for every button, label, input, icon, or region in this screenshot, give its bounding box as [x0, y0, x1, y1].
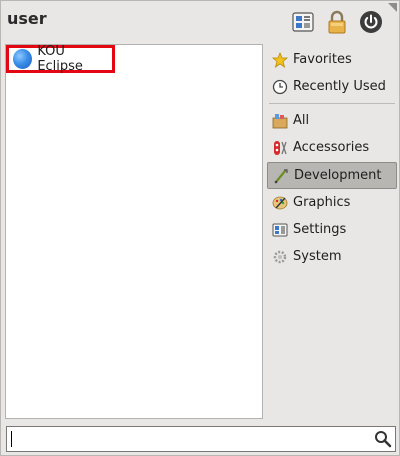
- category-settings[interactable]: Settings: [267, 216, 397, 243]
- magnifier-icon[interactable]: [374, 430, 392, 448]
- category-system[interactable]: System: [267, 243, 397, 270]
- category-separator: [269, 103, 395, 104]
- category-list: Favorites Recently Used All Accessories …: [267, 46, 397, 270]
- username-label: user: [7, 9, 47, 28]
- category-label: Development: [294, 168, 382, 183]
- category-development[interactable]: Development: [267, 162, 397, 189]
- graphics-icon: [272, 196, 288, 209]
- switch-user-icon: [292, 12, 314, 32]
- application-list: KOU Eclipse: [5, 44, 263, 419]
- category-label: Recently Used: [293, 79, 386, 94]
- category-label: All: [293, 113, 310, 128]
- category-label: Favorites: [293, 52, 352, 67]
- category-label: Accessories: [293, 140, 370, 155]
- app-item-label: KOU Eclipse: [37, 44, 83, 74]
- settings-icon: [272, 223, 288, 236]
- category-accessories[interactable]: Accessories: [267, 134, 397, 161]
- category-favorites[interactable]: Favorites: [267, 46, 397, 73]
- star-icon: [272, 51, 288, 68]
- category-label: Graphics: [293, 195, 351, 210]
- text-cursor: [11, 431, 12, 447]
- menu-window: user KOU Eclipse Favorites Recently Used…: [0, 0, 400, 456]
- category-recently-used[interactable]: Recently Used: [267, 73, 397, 100]
- app-item-kou-eclipse[interactable]: KOU Eclipse: [6, 44, 115, 74]
- search-input[interactable]: [6, 426, 396, 452]
- power-icon: [360, 11, 382, 33]
- category-all[interactable]: All: [267, 107, 397, 134]
- power-button[interactable]: [358, 9, 384, 35]
- system-icon: [273, 250, 287, 263]
- category-label: System: [293, 249, 342, 264]
- all-apps-icon: [272, 113, 288, 128]
- globe-icon: [13, 49, 33, 69]
- development-icon: [274, 168, 288, 183]
- category-label: Settings: [293, 222, 347, 237]
- lock-icon: [328, 10, 346, 34]
- switch-user-button[interactable]: [290, 9, 316, 35]
- lock-screen-button[interactable]: [324, 9, 350, 35]
- resize-corner[interactable]: [388, 3, 397, 12]
- clock-icon: [272, 79, 288, 94]
- category-graphics[interactable]: Graphics: [267, 189, 397, 216]
- accessories-icon: [274, 140, 287, 155]
